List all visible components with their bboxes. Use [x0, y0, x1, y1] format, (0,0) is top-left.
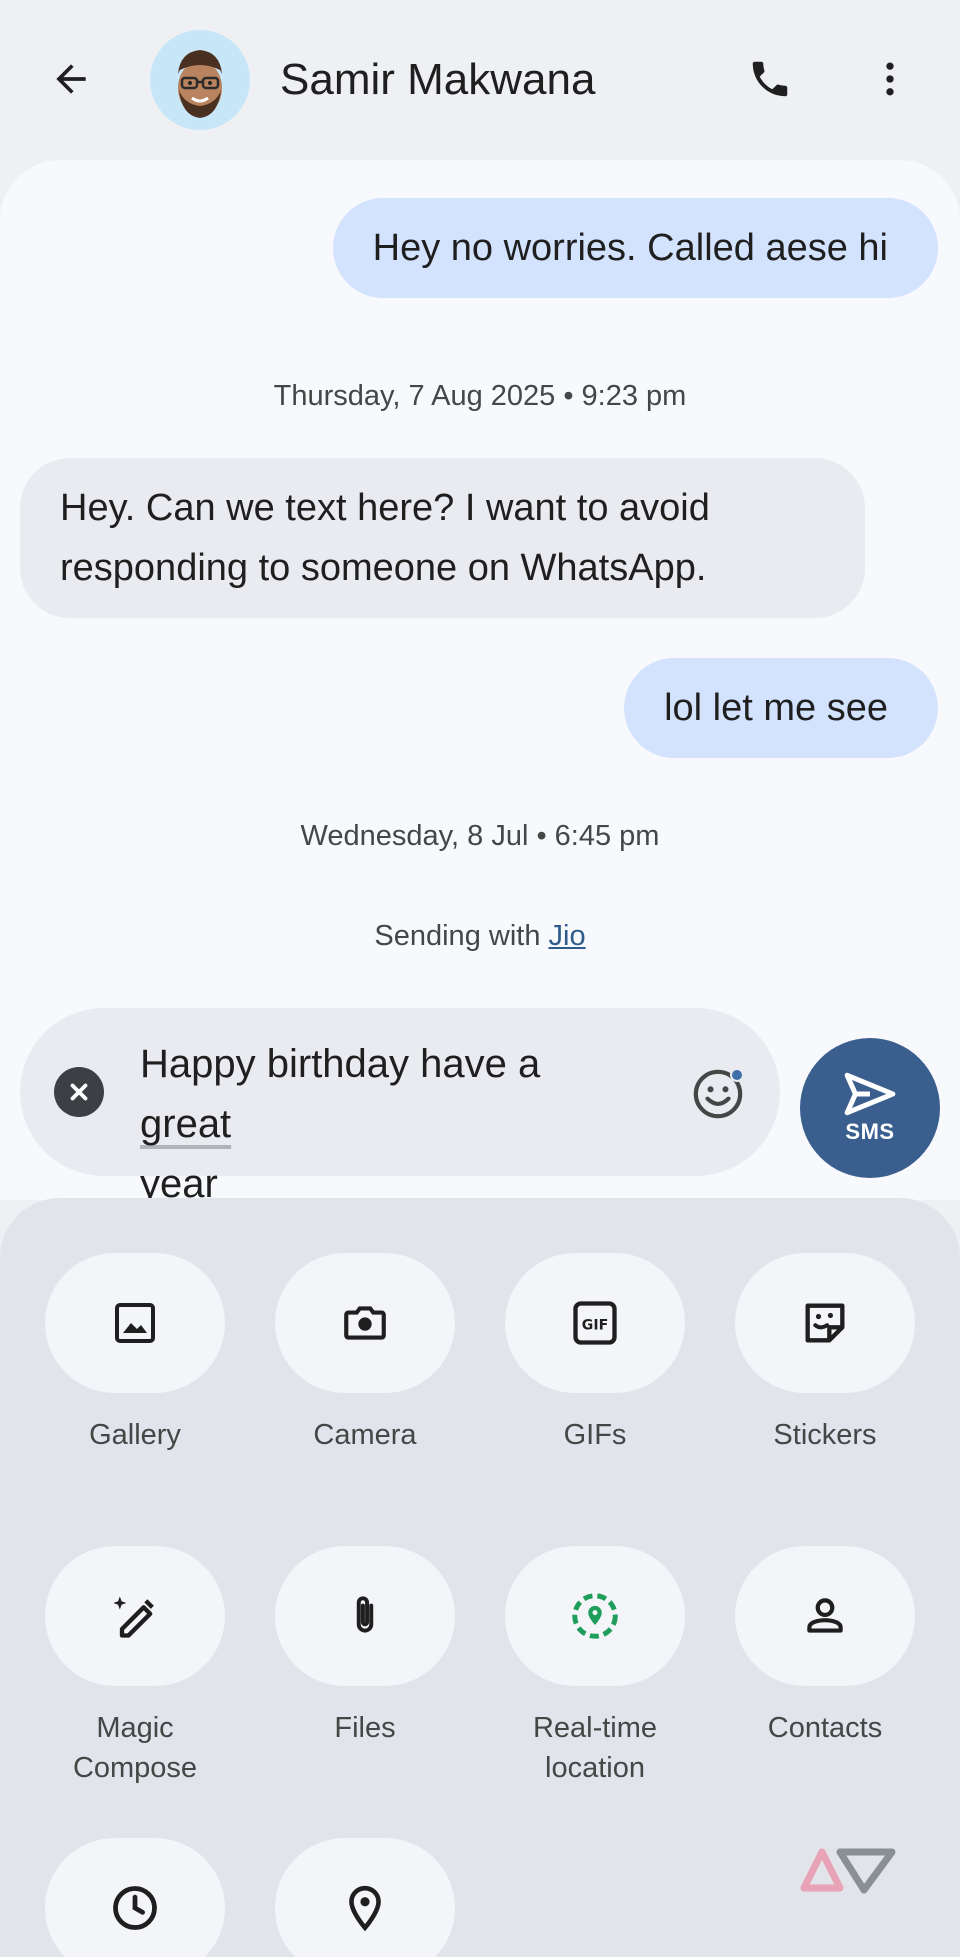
tray-item-location[interactable] — [275, 1838, 455, 1957]
tray-item-label: Gallery — [89, 1419, 181, 1451]
tray-item-stickers[interactable]: Stickers — [735, 1253, 915, 1455]
realtime-location-button[interactable] — [505, 1546, 685, 1686]
tray-item-label: Magic Compose — [72, 1712, 198, 1784]
tray-item-label: Stickers — [773, 1419, 877, 1451]
attachment-icon — [356, 1596, 374, 1633]
gif-icon: GIF — [573, 1301, 617, 1345]
camera-button[interactable] — [275, 1253, 455, 1393]
compose-field[interactable]: Happy birthday have a great year — [20, 1008, 780, 1206]
tray-item-gallery[interactable]: Gallery — [45, 1253, 225, 1455]
message-input-word: great — [140, 1102, 232, 1146]
gifs-button[interactable]: GIF — [505, 1253, 685, 1393]
tray-item-schedule[interactable] — [45, 1838, 225, 1957]
tray-item-label: Camera — [313, 1419, 417, 1451]
emoji-button[interactable] — [690, 1066, 746, 1122]
location-pin-icon — [349, 1885, 381, 1932]
message-timestamp: Wednesday, 8 Jul • 6:45 pm — [300, 820, 660, 852]
tray-item-label: Files — [334, 1712, 396, 1744]
contact-name[interactable]: Samir Makwana — [280, 50, 595, 110]
tray-item-camera[interactable]: Camera — [275, 1253, 455, 1455]
live-location-icon — [572, 1593, 618, 1639]
incoming-message[interactable]: Hey. Can we text here? I want to avoid r… — [20, 458, 865, 618]
contacts-button[interactable] — [735, 1546, 915, 1686]
back-button[interactable] — [36, 44, 106, 114]
outgoing-message[interactable]: lol let me see — [624, 658, 938, 758]
send-label: SMS — [845, 1119, 895, 1144]
more-vert-icon — [886, 62, 894, 96]
svg-text:GIF: GIF — [582, 1318, 608, 1334]
sending-with-label: Sending with — [374, 920, 549, 952]
magic-compose-button[interactable] — [45, 1546, 225, 1686]
send-sms-button[interactable]: SMS — [800, 1038, 940, 1178]
tray-item-label: Contacts — [767, 1712, 883, 1744]
tray-item-gifs[interactable]: GIF GIFs — [505, 1253, 685, 1455]
arrow-back-icon — [56, 64, 86, 94]
message-input[interactable]: Happy birthday have a great year — [140, 1034, 560, 1214]
person-icon — [807, 1598, 843, 1633]
message-input-text: Happy birthday have a — [140, 1042, 541, 1086]
watermark-logo — [800, 1838, 900, 1898]
sending-with-notice: Sending with Jio — [0, 920, 960, 953]
schedule-icon — [113, 1886, 157, 1930]
outgoing-message[interactable]: Hey no worries. Called aese hi — [332, 198, 938, 298]
phone-icon — [752, 61, 788, 97]
tray-item-files[interactable]: Files — [275, 1546, 455, 1748]
files-button[interactable] — [275, 1546, 455, 1686]
send-icon — [844, 1072, 896, 1116]
notification-dot — [730, 1068, 744, 1082]
sticker-icon — [805, 1303, 845, 1343]
more-options-button[interactable] — [855, 44, 925, 114]
clear-text-button[interactable] — [54, 1067, 104, 1117]
avatar[interactable] — [150, 30, 250, 130]
app-header: Samir Makwana — [0, 0, 960, 160]
camera-icon — [344, 1306, 386, 1340]
location-button[interactable] — [275, 1838, 455, 1957]
message-timestamp: Thursday, 7 Aug 2025 • 9:23 pm — [273, 380, 687, 412]
tray-item-label: Real-time location — [532, 1712, 658, 1784]
gallery-button[interactable] — [45, 1253, 225, 1393]
schedule-button[interactable] — [45, 1838, 225, 1957]
magic-compose-icon — [113, 1596, 154, 1638]
carrier-link[interactable]: Jio — [549, 920, 586, 952]
stickers-button[interactable] — [735, 1253, 915, 1393]
tray-item-contacts[interactable]: Contacts — [735, 1546, 915, 1748]
tray-item-realtime-location[interactable]: Real-time location — [505, 1546, 685, 1788]
gallery-icon — [115, 1303, 155, 1343]
call-button[interactable] — [735, 44, 805, 114]
tray-item-magic-compose[interactable]: Magic Compose — [45, 1546, 225, 1788]
close-icon — [70, 1083, 88, 1101]
tray-item-label: GIFs — [563, 1419, 627, 1451]
memoji-avatar-icon — [178, 50, 222, 118]
